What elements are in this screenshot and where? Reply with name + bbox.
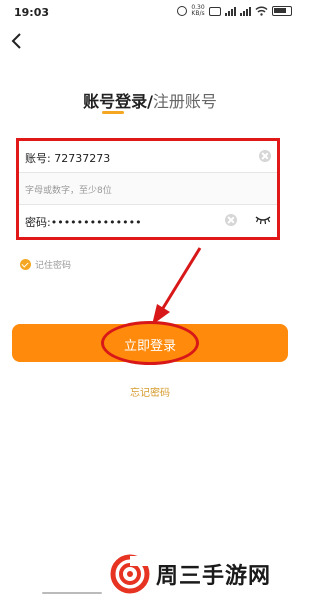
status-time: 19:03 — [14, 6, 50, 19]
clear-icon[interactable] — [259, 150, 271, 162]
status-icons: 0.30 KB/s — [177, 5, 292, 17]
checkbox-checked-icon[interactable] — [20, 259, 31, 270]
password-label: 密码: — [25, 216, 51, 229]
alarm-icon — [177, 6, 187, 16]
battery-icon — [272, 6, 292, 16]
forgot-password-link[interactable]: 忘记密码 — [0, 384, 300, 399]
tab-register-account[interactable]: 注册账号 — [153, 92, 217, 111]
active-tab-indicator — [102, 111, 124, 114]
clear-icon[interactable] — [225, 214, 237, 226]
back-button[interactable] — [6, 30, 28, 52]
account-field-text: 账号: 72737273 — [25, 150, 110, 166]
login-form-annotation-box: 账号: 72737273 字母或数字，至少8位 密码:•••••••••••••… — [16, 138, 280, 240]
login-register-tabs: 账号登录/注册账号 — [0, 88, 300, 112]
password-value: •••••••••••••• — [50, 216, 142, 229]
watermark-logo-icon — [110, 554, 150, 594]
password-field-text: 密码:•••••••••••••• — [25, 214, 142, 230]
password-field[interactable]: 密码:•••••••••••••• — [19, 205, 277, 237]
home-indicator — [42, 592, 102, 594]
account-field[interactable]: 账号: 72737273 — [19, 141, 277, 173]
watermark: 周三手游网 — [110, 554, 271, 594]
signal-4g-icon — [225, 6, 236, 16]
remember-password[interactable]: 记住密码 — [20, 258, 71, 271]
account-value: 72737273 — [54, 152, 111, 165]
watermark-text: 周三手游网 — [156, 564, 272, 589]
tab-account-login[interactable]: 账号登录 — [83, 92, 147, 111]
status-bar: 19:03 0.30 KB/s — [0, 0, 300, 24]
hd-icon — [209, 6, 221, 16]
account-hint: 字母或数字，至少8位 — [25, 186, 112, 196]
account-label: 账号: — [25, 152, 51, 165]
remember-password-label: 记住密码 — [35, 261, 72, 271]
account-hint-row: 字母或数字，至少8位 — [19, 173, 277, 205]
eye-closed-icon[interactable] — [255, 215, 271, 225]
wifi-icon — [255, 6, 268, 16]
chevron-left-icon — [11, 33, 21, 49]
net-speed-icon: 0.30 KB/s — [191, 4, 205, 17]
annotation-ellipse — [101, 321, 199, 365]
signal-5g-icon — [240, 6, 251, 16]
